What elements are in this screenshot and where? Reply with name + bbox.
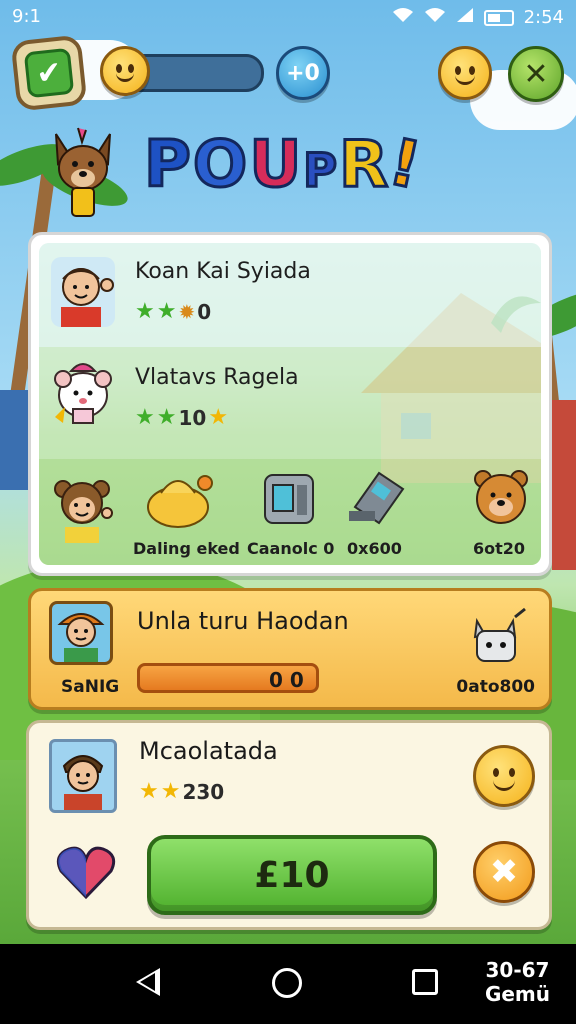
back-icon[interactable] xyxy=(136,968,160,996)
stars-count: 230 xyxy=(182,779,225,804)
avatar xyxy=(49,601,113,665)
corner-badge: 30-67 Gemü xyxy=(485,958,550,1006)
profile-card: Mcaolatada ★ ★ 230 £10 ✖ xyxy=(26,720,552,930)
machine-icon xyxy=(264,474,314,524)
friends-smiley-button[interactable] xyxy=(438,46,492,100)
star-icon: ★ xyxy=(156,405,177,430)
item-label: Caanolc 0 xyxy=(247,539,335,558)
play-button[interactable]: £10 xyxy=(147,835,437,915)
item-label: Daling eked xyxy=(133,539,240,558)
bag-item[interactable] xyxy=(143,469,213,533)
avatar xyxy=(49,739,117,813)
status-time: 2:54 xyxy=(523,7,564,28)
star-icon: ★ xyxy=(139,779,159,804)
quest-player-name: SaNIG xyxy=(61,677,120,697)
leaderboard-row[interactable]: Koan Kai Syiada ★ ★ ✹ 0 xyxy=(39,243,541,347)
star-button[interactable]: ✖ xyxy=(473,841,535,903)
player-smiley-icon[interactable] xyxy=(100,46,150,96)
bear-icon xyxy=(474,470,528,524)
close-button[interactable]: ✕ xyxy=(508,46,564,102)
bear-item[interactable] xyxy=(469,465,533,533)
gear-icon: ✹ xyxy=(178,299,196,324)
status-bar: 9:1 2:54 xyxy=(0,0,576,36)
heart-icon[interactable] xyxy=(55,841,117,903)
close-icon: ✕ xyxy=(523,56,549,92)
quest-progress-label: 0 0 xyxy=(269,668,304,692)
wifi-icon xyxy=(392,7,414,28)
title-letter: O xyxy=(191,127,250,204)
check-icon: ✔ xyxy=(23,47,75,99)
quest-card[interactable]: Unla turu Haodan 0 0 SaNIG 0ato800 xyxy=(28,588,552,710)
bag-icon xyxy=(147,475,213,528)
device-icon xyxy=(349,471,405,525)
wifi-icon xyxy=(424,7,446,28)
navigation-bar: 30-67 Gemü xyxy=(0,944,576,1024)
battery-icon xyxy=(483,9,514,26)
stars-count: 0 xyxy=(197,299,212,324)
corner-line-1: 30-67 xyxy=(485,958,550,982)
star-icon: ★ xyxy=(160,779,181,804)
xp-progress-bar xyxy=(130,54,264,92)
player-stars: ★ ★ ✹ 0 xyxy=(135,299,211,324)
player-stars: ★ ★ 10 ★ xyxy=(135,405,228,430)
corner-line-2: Gemü xyxy=(484,982,550,1006)
title-letter: R xyxy=(337,127,391,204)
quest-title: Unla turu Haodan xyxy=(137,607,349,635)
recent-apps-icon[interactable] xyxy=(412,969,438,995)
emote-smiley-button[interactable] xyxy=(473,745,535,807)
star-icon: ★ xyxy=(156,299,177,324)
item-label: 6ot20 xyxy=(473,539,526,558)
title-letter: U xyxy=(248,127,304,204)
plus-button-label: +0 xyxy=(286,60,320,86)
device-item[interactable] xyxy=(345,467,409,533)
add-currency-button[interactable]: +0 xyxy=(276,46,330,100)
item-label: 0x600 xyxy=(347,539,402,558)
house xyxy=(552,400,576,570)
machine-item[interactable] xyxy=(257,463,321,533)
leaderboard-card: Koan Kai Syiada ★ ★ ✹ 0 Vlatavs Ragela ★… xyxy=(28,232,552,576)
status-left-text: 9:1 xyxy=(12,6,41,27)
house xyxy=(0,390,30,490)
leaderboard-row[interactable]: Vlatavs Ragela ★ ★ 10 ★ xyxy=(39,347,541,459)
player-name: Koan Kai Syiada xyxy=(135,259,311,284)
home-icon[interactable] xyxy=(272,968,302,998)
game-title: POUPR! xyxy=(143,124,431,206)
avatar xyxy=(51,257,115,327)
check-badge-button[interactable]: ✔ xyxy=(10,34,88,112)
dog-mascot-icon xyxy=(48,126,118,217)
profile-title: Mcaolatada xyxy=(139,737,278,765)
signal-icon xyxy=(456,7,474,28)
star-icon: ★ xyxy=(208,405,229,430)
player-name: Vlatavs Ragela xyxy=(135,365,299,390)
title-letter: P xyxy=(302,142,339,199)
avatar xyxy=(51,473,115,543)
stars-count: 10 xyxy=(178,405,207,430)
title-letter: P xyxy=(143,127,193,204)
star-icon: ★ xyxy=(135,405,155,430)
profile-stars: ★ ★ 230 xyxy=(139,779,224,804)
avatar xyxy=(51,357,115,427)
quest-reward-label: 0ato800 xyxy=(456,677,535,697)
inventory-row: Daling eked Caanolc 0 0x600 6ot20 xyxy=(39,459,541,565)
play-button-label: £10 xyxy=(254,854,330,896)
star-icon: ★ xyxy=(135,299,155,324)
robot-cat-icon xyxy=(467,607,527,667)
star-icon: ✖ xyxy=(489,852,519,892)
